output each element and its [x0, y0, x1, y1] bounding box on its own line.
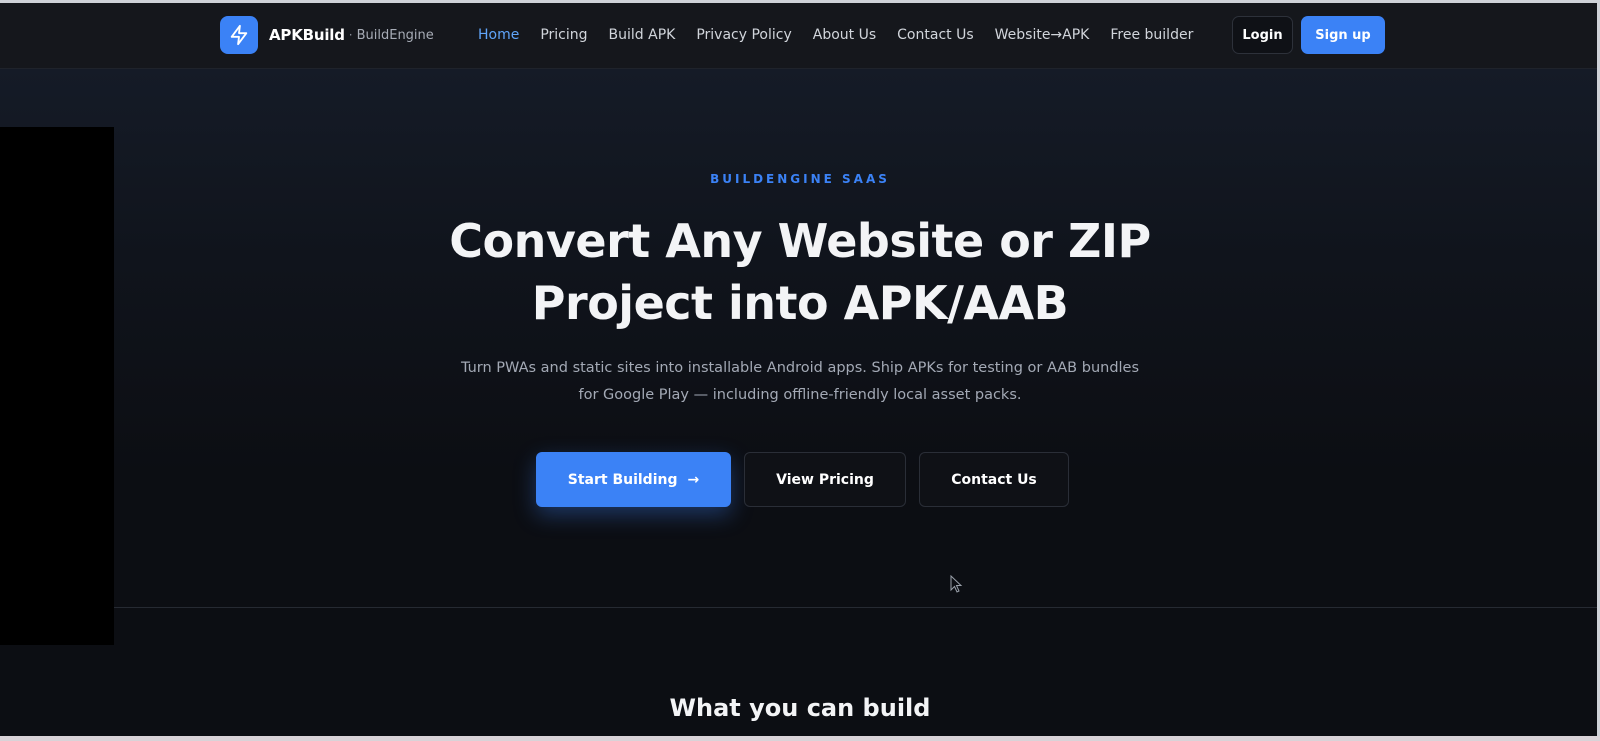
hero-title: Convert Any Website or ZIP Project into …	[300, 210, 1300, 334]
brand-home-link[interactable]: APKBuild · BuildEngine	[220, 16, 434, 54]
brand-separator: ·	[348, 28, 353, 42]
hero-subtitle-line-1: Turn PWAs and static sites into installa…	[460, 360, 1140, 376]
brand-name: APKBuild	[269, 26, 345, 44]
browser-viewport: APKBuild · BuildEngine Home Pricing Buil…	[0, 0, 1600, 741]
hero-eyebrow: BUILDENGINE SAAS	[710, 172, 890, 186]
signup-button[interactable]: Sign up	[1301, 16, 1385, 54]
contact-us-button[interactable]: Contact Us	[919, 452, 1069, 507]
hero-title-line-1: Convert Any Website or ZIP	[449, 214, 1151, 268]
section-divider	[114, 607, 1597, 608]
hero-subtitle-line-2: for Google Play — including offline-frie…	[578, 387, 1022, 403]
nav-link-free-builder[interactable]: Free builder	[1110, 27, 1193, 43]
view-pricing-button[interactable]: View Pricing	[744, 452, 906, 507]
mouse-cursor-icon	[950, 574, 964, 595]
nav-link-pricing[interactable]: Pricing	[540, 27, 587, 43]
nav-link-about-us[interactable]: About Us	[813, 27, 876, 43]
nav-link-home[interactable]: Home	[478, 27, 519, 43]
nav-link-privacy-policy[interactable]: Privacy Policy	[696, 27, 791, 43]
hero-cta-row: Start Building → View Pricing Contact Us	[0, 452, 1600, 507]
start-building-label: Start Building	[567, 471, 678, 488]
login-button[interactable]: Login	[1232, 16, 1293, 54]
nav-link-website-to-apk[interactable]: Website→APK	[995, 27, 1090, 43]
section-title-what-you-can-build: What you can build	[669, 694, 931, 722]
main-nav: Home Pricing Build APK Privacy Policy Ab…	[478, 27, 1214, 43]
hero-subtitle: Turn PWAs and static sites into installa…	[430, 355, 1170, 409]
hero-title-line-2: Project into APK/AAB	[531, 276, 1069, 330]
window-bottom-edge	[0, 736, 1600, 741]
brand-subtitle: BuildEngine	[356, 27, 434, 43]
hero-section	[0, 69, 1597, 608]
start-building-button[interactable]: Start Building →	[536, 452, 731, 507]
lightning-bolt-icon	[220, 16, 258, 54]
nav-link-contact-us[interactable]: Contact Us	[897, 27, 973, 43]
nav-link-build-apk[interactable]: Build APK	[609, 27, 676, 43]
top-navbar: APKBuild · BuildEngine Home Pricing Buil…	[0, 3, 1597, 69]
black-overlay-panel	[0, 127, 114, 645]
arrow-right-icon: →	[687, 471, 700, 488]
